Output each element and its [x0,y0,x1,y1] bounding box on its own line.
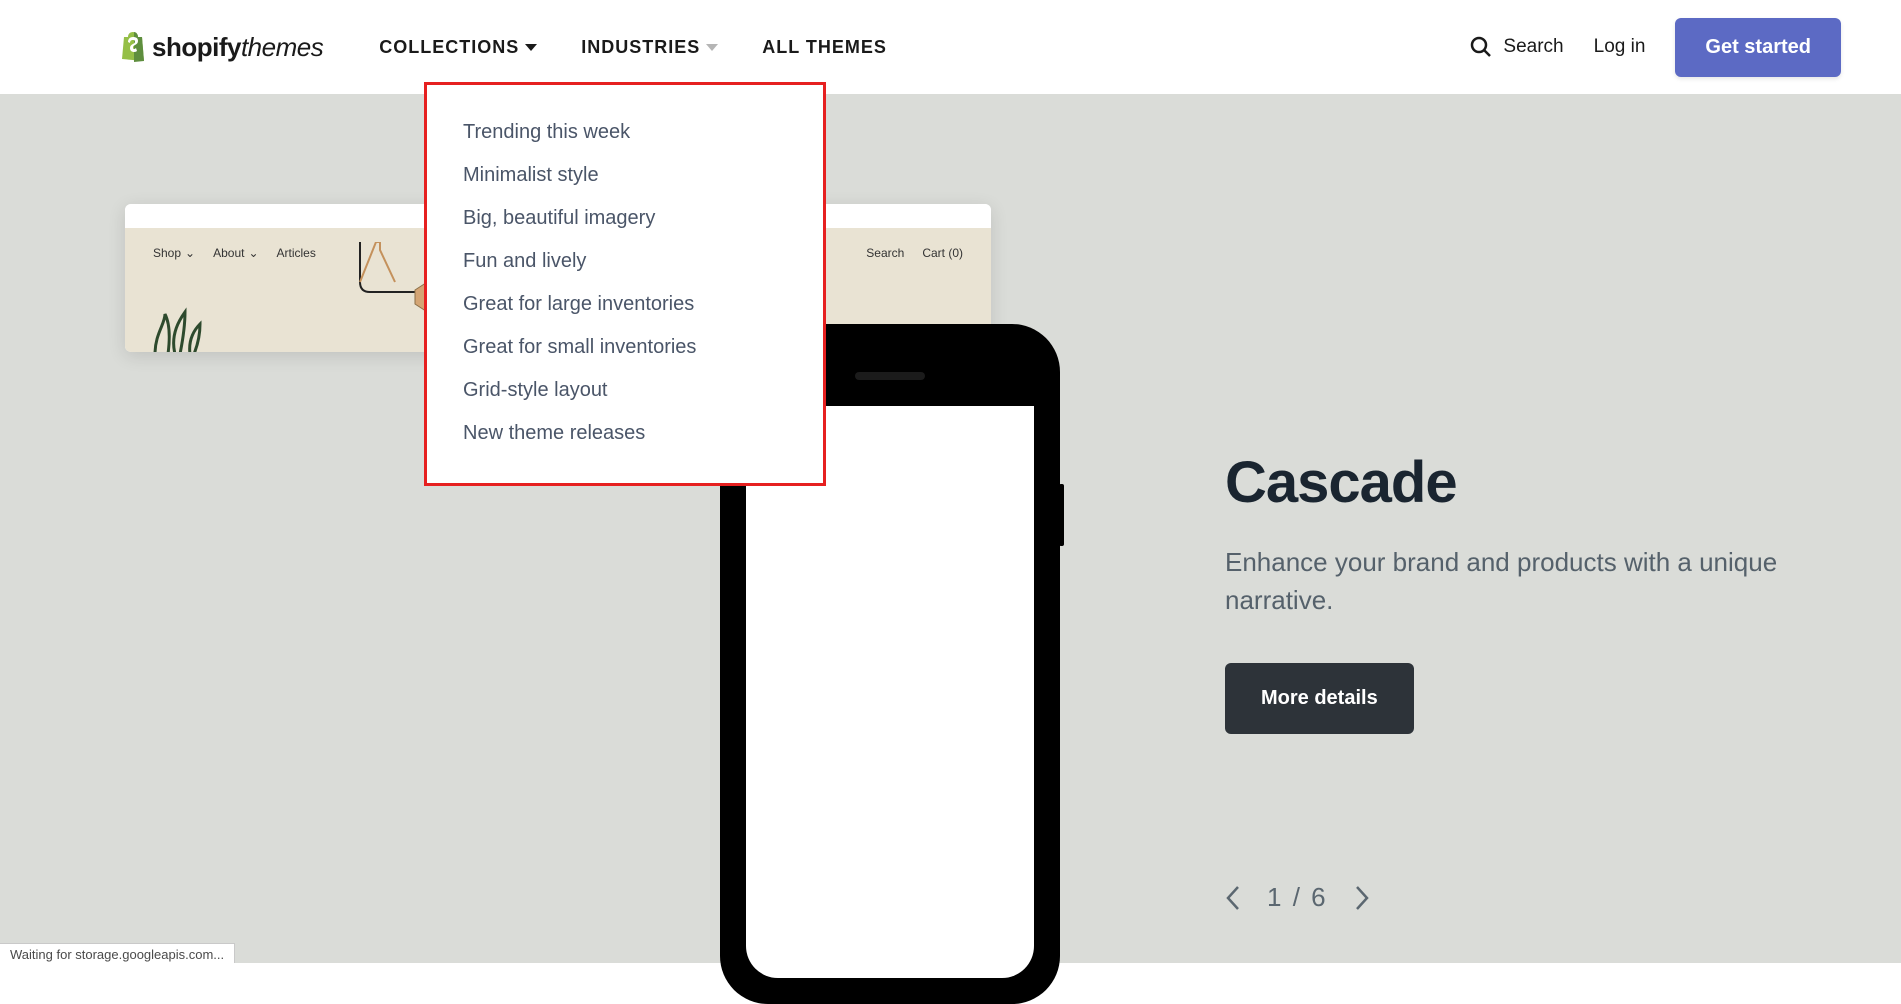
main-nav: COLLECTIONS INDUSTRIES ALL THEMES [379,37,887,58]
plant-icon [150,304,210,352]
dropdown-item-grid[interactable]: Grid-style layout [463,369,787,412]
shopify-bag-icon [120,31,148,63]
search-label: Search [1503,36,1563,58]
hero-title: Cascade [1225,449,1781,516]
hero-text: Cascade Enhance your brand and products … [1225,449,1781,734]
dropdown-item-large-inv[interactable]: Great for large inventories [463,283,787,326]
nav-collections[interactable]: COLLECTIONS [379,37,537,58]
hero-section: Shop ⌄ About ⌄ Articles Search Cart (0) … [0,94,1901,963]
nav-industries-label: INDUSTRIES [581,37,700,58]
theme-nav-about: About ⌄ [213,246,258,260]
search-icon [1469,35,1493,59]
nav-all-themes-label: ALL THEMES [762,37,887,58]
search-button[interactable]: Search [1469,35,1563,59]
nav-all-themes[interactable]: ALL THEMES [762,37,887,58]
pager-prev-button[interactable] [1225,885,1241,911]
theme-preview-left-nav: Shop ⌄ About ⌄ Articles [153,246,316,260]
theme-preview-right-nav: Search Cart (0) [866,246,963,260]
browser-status-bar: Waiting for storage.googleapis.com... [0,943,235,963]
phone-speaker-icon [855,372,925,380]
theme-nav-shop: Shop ⌄ [153,246,195,260]
login-link[interactable]: Log in [1594,36,1646,58]
logo[interactable]: shopifythemes [120,31,323,63]
theme-nav-search: Search [866,246,904,260]
get-started-button[interactable]: Get started [1675,18,1841,77]
caret-down-icon [525,44,537,51]
logo-text: shopifythemes [152,32,323,63]
dropdown-item-new-releases[interactable]: New theme releases [463,412,787,455]
nav-collections-label: COLLECTIONS [379,37,519,58]
more-details-button[interactable]: More details [1225,663,1414,734]
dropdown-item-minimalist[interactable]: Minimalist style [463,154,787,197]
collections-dropdown: Trending this week Minimalist style Big,… [424,82,826,486]
phone-side-button-icon [1059,484,1064,546]
carousel-pager: 1 / 6 [1225,882,1370,913]
dropdown-item-trending[interactable]: Trending this week [463,111,787,154]
chevron-right-icon [1354,885,1370,911]
caret-down-icon [706,44,718,51]
theme-nav-cart: Cart (0) [922,246,963,260]
nav-industries[interactable]: INDUSTRIES [581,37,718,58]
chevron-left-icon [1225,885,1241,911]
dropdown-item-small-inv[interactable]: Great for small inventories [463,326,787,369]
site-header: shopifythemes COLLECTIONS INDUSTRIES ALL… [0,0,1901,94]
chevron-down-icon: ⌄ [248,246,258,260]
chevron-down-icon: ⌄ [185,246,195,260]
theme-nav-articles: Articles [277,246,316,260]
dropdown-item-fun[interactable]: Fun and lively [463,240,787,283]
pager-counter: 1 / 6 [1267,882,1328,913]
hero-subtitle: Enhance your brand and products with a u… [1225,544,1781,619]
header-right: Search Log in Get started [1469,18,1841,77]
dropdown-item-imagery[interactable]: Big, beautiful imagery [463,197,787,240]
pager-next-button[interactable] [1354,885,1370,911]
